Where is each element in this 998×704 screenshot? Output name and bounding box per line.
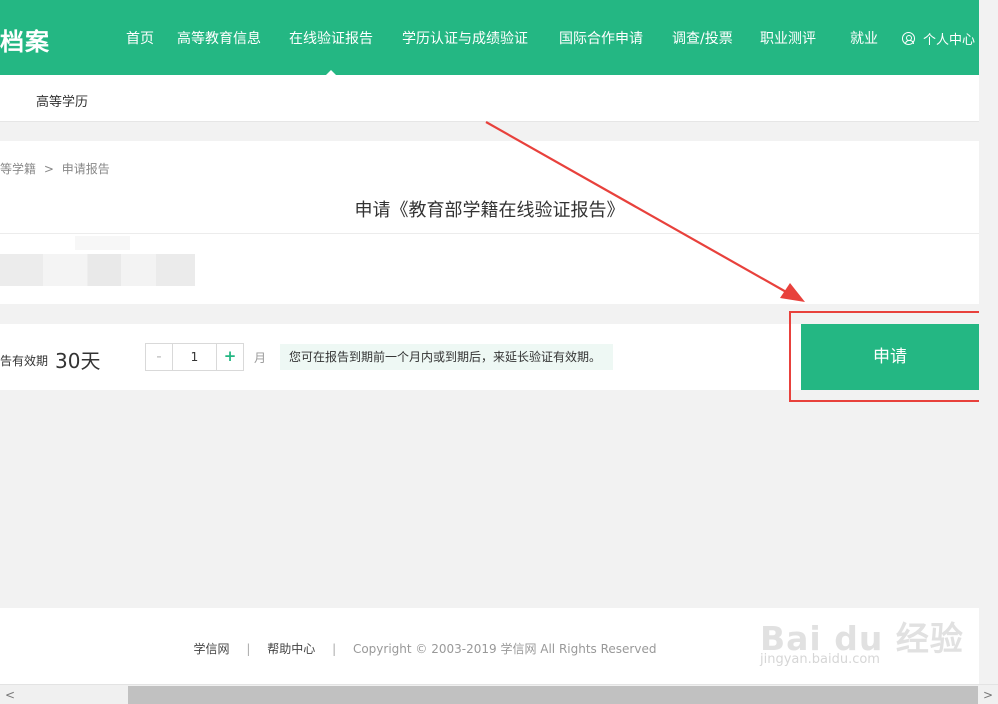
footer-link-chsi[interactable]: 学信网 <box>194 642 230 656</box>
month-input[interactable] <box>173 344 216 370</box>
scroll-right-icon[interactable]: > <box>980 687 996 703</box>
blurred-student-info <box>0 254 195 286</box>
baidu-watermark: Bai du 经验 jingyan.baidu.com <box>760 612 963 668</box>
subnav-higher-education[interactable]: 高等学历 <box>36 91 88 110</box>
month-unit: 月 <box>254 351 267 365</box>
footer-links: 学信网 | 帮助中心 | Copyright © 2003-2019 学信网 A… <box>0 640 850 657</box>
validity-label: 告有效期 <box>0 354 49 368</box>
nav-online-verification-report[interactable]: 在线验证报告 <box>289 28 373 77</box>
validity-days: 30天 <box>55 349 101 373</box>
nav-user-center[interactable]: 个人中心 <box>923 29 975 48</box>
breadcrumb: 等学籍 > 申请报告 <box>0 160 110 177</box>
footer-link-help[interactable]: 帮助中心 <box>267 642 315 656</box>
nav-survey-vote[interactable]: 调查/投票 <box>672 28 733 48</box>
breadcrumb-separator: > <box>43 162 54 176</box>
watermark-url: jingyan.baidu.com <box>760 652 880 667</box>
nav-international-cooperation[interactable]: 国际合作申请 <box>559 28 643 48</box>
nav-higher-education-info[interactable]: 高等教育信息 <box>177 28 261 48</box>
sub-nav: 高等学历 <box>0 75 979 122</box>
application-card: 等学籍 > 申请报告 申请《教育部学籍在线验证报告》 <box>0 141 979 304</box>
site-logo[interactable]: 档案 <box>0 22 50 57</box>
footer-separator: | <box>246 642 251 656</box>
top-nav: 档案 首页 高等教育信息 在线验证报告 学历认证与成绩验证 国际合作申请 调查/… <box>0 0 979 77</box>
page-title: 申请《教育部学籍在线验证报告》 <box>354 200 625 221</box>
footer-separator: | <box>332 642 337 656</box>
scroll-left-icon[interactable]: < <box>2 687 18 703</box>
nav-career-assessment[interactable]: 职业测评 <box>760 28 816 48</box>
scrollbar-thumb[interactable] <box>128 686 978 704</box>
increment-button[interactable]: + <box>216 344 243 370</box>
vertical-scroll-area <box>979 0 998 684</box>
footer-copyright: Copyright © 2003-2019 学信网 All Rights Res… <box>352 642 657 656</box>
validity-tip: 您可在报告到期前一个月内或到期后，来延长验证有效期。 <box>280 344 614 370</box>
decrement-button[interactable]: - <box>146 344 173 370</box>
apply-button[interactable]: 申请 <box>801 324 979 390</box>
horizontal-scrollbar[interactable]: < > <box>0 684 998 704</box>
user-circle-icon[interactable] <box>902 32 915 45</box>
nav-degree-certification[interactable]: 学历认证与成绩验证 <box>402 28 528 48</box>
divider <box>0 233 979 234</box>
breadcrumb-current: 申请报告 <box>61 162 110 176</box>
blurred-info <box>75 236 130 250</box>
nav-employment[interactable]: 就业 <box>850 28 878 48</box>
nav-home[interactable]: 首页 <box>126 28 154 48</box>
month-stepper: - + <box>145 343 244 371</box>
breadcrumb-parent[interactable]: 等学籍 <box>0 162 36 176</box>
